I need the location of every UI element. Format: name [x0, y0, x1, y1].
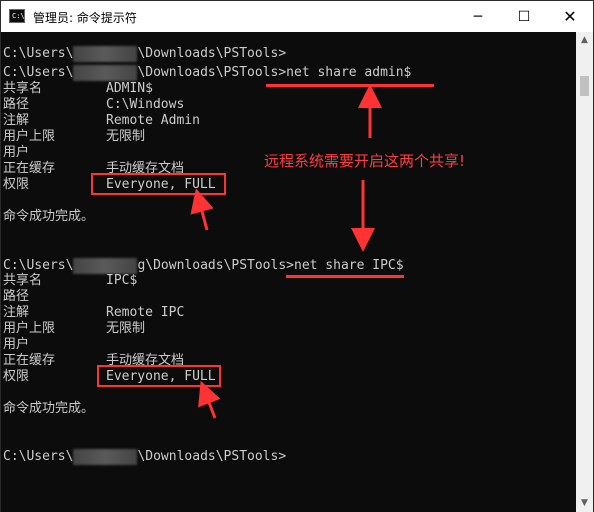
arrow-to-permission-2 [198, 380, 221, 419]
arrow-to-permission-1 [190, 188, 214, 231]
annotation-arrows [190, 84, 382, 419]
